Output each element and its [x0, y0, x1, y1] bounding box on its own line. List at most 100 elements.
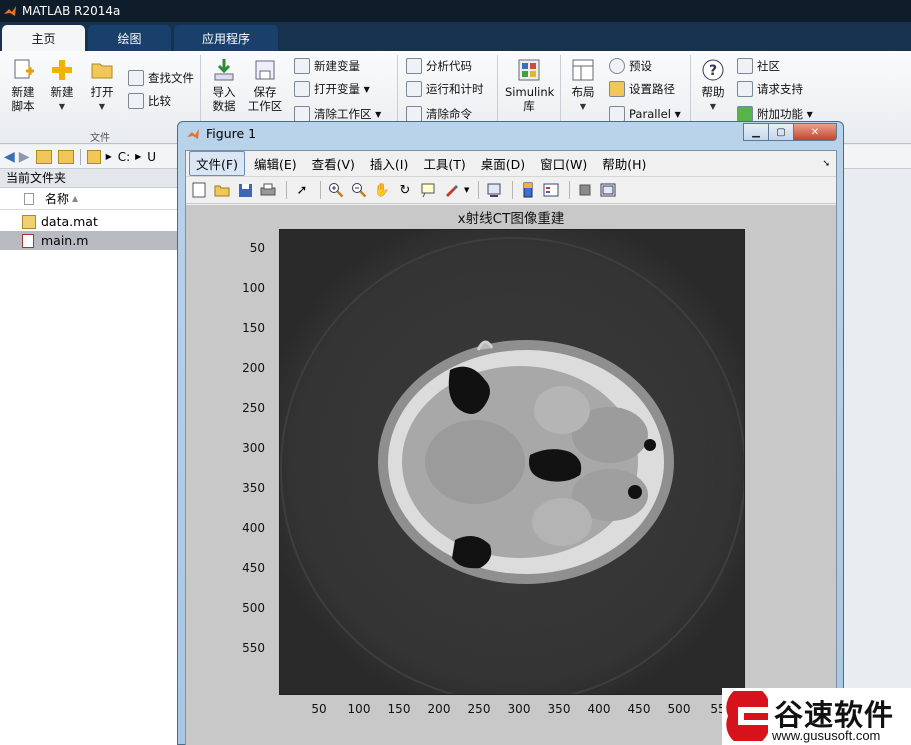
folder-icon — [86, 149, 101, 164]
sort-up-icon: ▲ — [72, 194, 79, 203]
simulink-library-button[interactable]: Simulink 库 — [505, 57, 555, 113]
axes-image[interactable] — [279, 229, 745, 695]
file-row[interactable]: data.mat — [0, 212, 200, 231]
preferences-button[interactable]: 预设 — [609, 56, 652, 76]
file-name: main.m — [41, 233, 89, 248]
separator — [79, 148, 81, 165]
new-variable-button[interactable]: 新建变量 — [294, 56, 360, 76]
zoom-out-icon[interactable] — [349, 180, 369, 200]
tab-home[interactable]: 主页 — [2, 25, 85, 51]
new-script-button[interactable]: 新建 脚本 — [4, 57, 42, 113]
run-and-time-button[interactable]: 运行和计时 — [406, 79, 484, 99]
path-segment[interactable]: U — [147, 150, 156, 164]
import-data-label: 导入 数据 — [212, 85, 236, 113]
pan-hand-icon[interactable]: ✋ — [372, 180, 392, 200]
help-button[interactable]: ? 帮助 ▼ — [694, 57, 732, 114]
link-plot-icon[interactable] — [484, 180, 504, 200]
set-path-button[interactable]: 设置路径 — [609, 79, 675, 99]
y-tick-label: 100 — [242, 281, 265, 295]
tab-plots[interactable]: 绘图 — [88, 25, 171, 51]
figure-title: Figure 1 — [206, 126, 257, 141]
request-support-button[interactable]: 请求支持 — [737, 79, 803, 99]
community-button[interactable]: 社区 — [737, 56, 780, 76]
menu-view[interactable]: 查看(V) — [306, 152, 361, 175]
tab-apps[interactable]: 应用程序 — [174, 25, 278, 51]
open-file-icon[interactable] — [212, 180, 232, 200]
analyze-code-icon — [406, 58, 422, 74]
figure-toolbar: ➚ ✋ ↻ ▼ — [186, 177, 836, 204]
brush-icon[interactable] — [441, 180, 461, 200]
x-tick-label: 250 — [467, 702, 491, 716]
browse-folder-icon[interactable] — [57, 149, 74, 164]
menu-file[interactable]: 文件(F) — [189, 151, 245, 176]
figure-client: 文件(F) 编辑(E) 查看(V) 插入(I) 工具(T) 桌面(D) 窗口(W… — [185, 150, 837, 745]
brush-dropdown-icon[interactable]: ▼ — [464, 186, 469, 194]
forward-arrow-icon[interactable]: ▶ — [19, 149, 30, 165]
menu-tools[interactable]: 工具(T) — [417, 152, 471, 175]
new-figure-icon[interactable] — [189, 180, 209, 200]
menu-edit[interactable]: 编辑(E) — [248, 152, 303, 175]
compare-button[interactable]: 比较 — [128, 91, 171, 111]
community-icon — [737, 58, 753, 74]
new-button[interactable]: 新建 ▼ — [43, 57, 81, 114]
y-tick-label: 50 — [249, 241, 265, 255]
name-column-header[interactable]: 名称 — [45, 190, 69, 207]
file-row-selected[interactable]: main.m — [0, 231, 200, 250]
current-folder-list: 名称 ▲ data.mat main.m — [0, 188, 200, 745]
find-files-button[interactable]: 查找文件 — [128, 68, 194, 88]
pointer-icon[interactable]: ➚ — [292, 180, 312, 200]
m-file-icon — [22, 233, 34, 248]
chevron-down-icon: ▼ — [709, 102, 717, 111]
clear-workspace-label: 清除工作区 — [314, 107, 372, 121]
app-title: MATLAB R2014a — [22, 4, 121, 18]
open-variable-label: 打开变量 — [314, 82, 360, 96]
save-workspace-icon — [255, 60, 275, 80]
print-icon[interactable] — [258, 180, 278, 200]
show-tools-icon[interactable] — [598, 180, 618, 200]
community-label: 社区 — [757, 59, 780, 73]
y-tick-label: 300 — [242, 441, 265, 455]
watermark: 谷速软件 www.gususoft.com — [722, 688, 911, 745]
maximize-icon[interactable]: ▢ — [768, 123, 794, 141]
back-arrow-icon[interactable]: ◀ — [4, 149, 15, 165]
hide-tools-icon[interactable] — [575, 180, 595, 200]
minimize-icon[interactable]: ▁ — [743, 123, 769, 141]
chevron-down-icon: ▼ — [579, 102, 587, 111]
simulink-icon — [518, 59, 540, 81]
menubar-overflow-icon[interactable]: ➘ — [822, 159, 830, 169]
open-button[interactable]: 打开 ▼ — [83, 57, 121, 114]
y-tick-label: 400 — [242, 521, 265, 535]
menu-help[interactable]: 帮助(H) — [596, 152, 652, 175]
x-tick-label: 450 — [627, 702, 651, 716]
new-script-icon — [14, 59, 34, 79]
analyze-code-label: 分析代码 — [426, 59, 472, 73]
figure-titlebar: Figure 1 — [186, 126, 256, 141]
menu-desktop[interactable]: 桌面(D) — [475, 152, 531, 175]
watermark-url: www.gususoft.com — [772, 728, 881, 743]
layout-label: 布局 — [571, 85, 595, 99]
rotate-3d-icon[interactable]: ↻ — [395, 180, 415, 200]
chevron-down-icon: ▼ — [98, 102, 106, 111]
zoom-in-icon[interactable] — [326, 180, 346, 200]
menu-window[interactable]: 窗口(W) — [534, 152, 593, 175]
open-variable-button[interactable]: 打开变量 ▼ — [294, 79, 370, 99]
colorbar-icon[interactable] — [518, 180, 538, 200]
close-icon[interactable]: ✕ — [793, 123, 837, 141]
legend-icon[interactable] — [541, 180, 561, 200]
x-tick-label: 200 — [427, 702, 451, 716]
data-cursor-icon[interactable] — [418, 180, 438, 200]
gususoft-logo-icon — [726, 691, 768, 741]
menu-insert[interactable]: 插入(I) — [364, 152, 414, 175]
up-folder-icon[interactable] — [35, 149, 52, 164]
simulink-label: Simulink 库 — [505, 85, 555, 113]
analyze-code-button[interactable]: 分析代码 — [406, 56, 472, 76]
svg-text:?: ? — [709, 63, 717, 79]
preferences-label: 预设 — [629, 59, 652, 73]
import-data-button[interactable]: 导入 数据 — [205, 57, 243, 113]
path-drive[interactable]: C: — [118, 150, 130, 164]
save-icon[interactable] — [235, 180, 255, 200]
x-tick-label: 100 — [347, 702, 371, 716]
layout-button[interactable]: 布局 ▼ — [564, 57, 602, 114]
save-workspace-button[interactable]: 保存 工作区 — [246, 57, 284, 113]
x-tick-label: 400 — [587, 702, 611, 716]
